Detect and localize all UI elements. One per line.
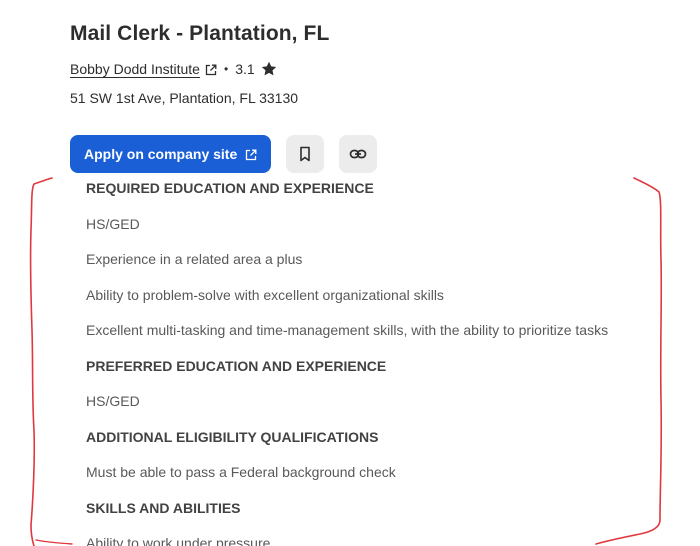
section-heading: PREFERRED EDUCATION AND EXPERIENCE: [86, 357, 387, 374]
requirement-item: HS/GED: [86, 215, 140, 232]
company-link[interactable]: Bobby Dodd Institute: [70, 61, 200, 77]
copy-link-button[interactable]: [339, 135, 378, 173]
action-bar: Apply on company site: [70, 135, 378, 173]
external-link-icon: [245, 148, 257, 161]
apply-button-label: Apply on company site: [84, 146, 238, 162]
requirement-item: Ability to work under pressure: [86, 535, 271, 546]
requirement-item: Must be able to pass a Federal backgroun…: [86, 464, 396, 480]
external-link-icon: [205, 63, 217, 76]
star-icon: [261, 61, 277, 77]
job-description: REQUIRED EDUCATION AND EXPERIENCE HS/GED E…: [86, 178, 686, 546]
apply-on-company-site-button[interactable]: Apply on company site: [70, 135, 272, 173]
section-heading: ADDITIONAL ELIGIBILITY QUALIFICATIONS: [86, 428, 379, 445]
company-rating: 3.1: [235, 61, 255, 77]
link-icon: [349, 149, 367, 159]
job-title: Mail Clerk - Plantation, FL: [70, 22, 330, 45]
job-location: 51 SW 1st Ave, Plantation, FL 33130: [70, 90, 299, 106]
section-heading: SKILLS AND ABILITIES: [86, 499, 241, 516]
section-heading: REQUIRED EDUCATION AND EXPERIENCE: [86, 180, 374, 196]
company-row: Bobby Dodd Institute • 3.1: [70, 61, 277, 77]
separator-dot: •: [223, 62, 229, 76]
job-details-page: Mail Clerk - Plantation, FL Bobby Dodd I…: [0, 0, 700, 546]
bookmark-icon: [300, 146, 311, 162]
save-job-button[interactable]: [286, 135, 325, 173]
requirement-item: HS/GED: [86, 393, 140, 409]
requirement-item: Ability to problem-solve with excellent …: [86, 286, 444, 303]
requirement-item: Excellent multi-tasking and time-managem…: [86, 322, 609, 338]
requirement-item: Experience in a related area a plus: [86, 251, 303, 267]
